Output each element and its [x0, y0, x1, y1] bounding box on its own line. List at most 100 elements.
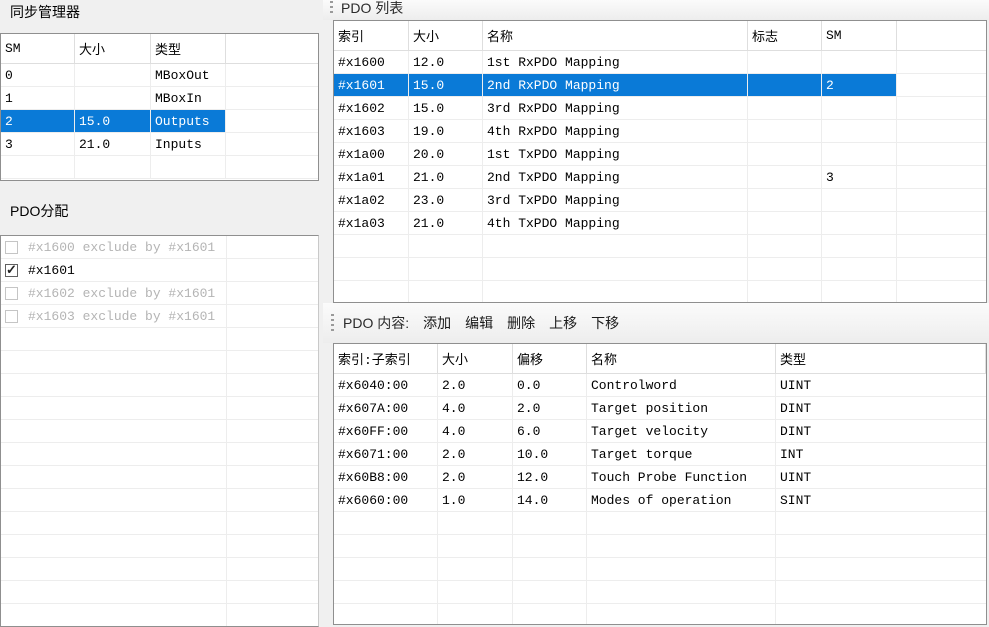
table-cell: [334, 535, 438, 557]
column-header[interactable]: 大小: [409, 21, 483, 50]
list-cell-blank: [227, 328, 318, 350]
pdo-assign-item[interactable]: #x1600 exclude by #x1601: [1, 236, 318, 259]
table-cell: [334, 235, 409, 257]
delete-button[interactable]: 删除: [507, 313, 535, 333]
table-cell: INT: [776, 443, 986, 465]
pdo-assign-item[interactable]: #x1602 exclude by #x1601: [1, 282, 318, 305]
add-button[interactable]: 添加: [423, 313, 451, 333]
table-row[interactable]: #x1a0020.01st TxPDO Mapping: [334, 143, 986, 166]
move-down-button[interactable]: 下移: [591, 313, 619, 333]
list-cell: [1, 397, 227, 419]
table-row[interactable]: 215.0Outputs: [1, 110, 318, 133]
table-cell: [776, 604, 986, 625]
table-row[interactable]: #x160319.04th RxPDO Mapping: [334, 120, 986, 143]
table-cell: [513, 581, 587, 603]
table-cell: Touch Probe Function: [587, 466, 776, 488]
table-cell: Target torque: [587, 443, 776, 465]
table-cell: [776, 512, 986, 534]
pdo-assign-item-label: #x1603 exclude by #x1601: [28, 309, 215, 324]
table-cell: 1st TxPDO Mapping: [483, 143, 748, 165]
table-row[interactable]: #x6071:002.010.0Target torqueINT: [334, 443, 986, 466]
column-header[interactable]: 偏移: [513, 344, 587, 373]
table-row[interactable]: #x160215.03rd RxPDO Mapping: [334, 97, 986, 120]
table-cell-blank: [897, 143, 986, 165]
list-cell: #x1602 exclude by #x1601: [1, 282, 227, 304]
table-cell: [513, 558, 587, 580]
table-cell: #x1a01: [334, 166, 409, 188]
table-cell: 3rd RxPDO Mapping: [483, 97, 748, 119]
table-cell: 1: [1, 87, 75, 109]
table-row[interactable]: #x6040:002.00.0ControlwordUINT: [334, 374, 986, 397]
table-cell: [822, 51, 897, 73]
column-header[interactable]: 大小: [75, 34, 151, 63]
table-cell: SINT: [776, 489, 986, 511]
table-cell: [513, 604, 587, 625]
table-cell: [75, 64, 151, 86]
checkbox-icon: [5, 310, 18, 323]
pdo-list-table: 索引大小名称标志SM#x160012.01st RxPDO Mapping#x1…: [333, 20, 987, 303]
table-cell: 1st RxPDO Mapping: [483, 51, 748, 73]
table-cell: [822, 189, 897, 211]
pdo-assign-item[interactable]: #x1603 exclude by #x1601: [1, 305, 318, 328]
table-cell: [748, 235, 822, 257]
column-header[interactable]: SM: [1, 34, 75, 63]
pdo-content-table: 索引:子索引大小偏移名称类型#x6040:002.00.0Controlword…: [333, 343, 987, 625]
move-up-button[interactable]: 上移: [549, 313, 577, 333]
column-header[interactable]: 名称: [587, 344, 776, 373]
table-row[interactable]: #x6060:001.014.0Modes of operationSINT: [334, 489, 986, 512]
column-header[interactable]: 类型: [776, 344, 986, 373]
table-row[interactable]: #x60B8:002.012.0Touch Probe FunctionUINT: [334, 466, 986, 489]
table-cell: [776, 558, 986, 580]
column-header[interactable]: SM: [822, 21, 897, 50]
table-cell-blank: [897, 189, 986, 211]
column-header[interactable]: 索引: [334, 21, 409, 50]
table-cell: [438, 512, 513, 534]
table-row[interactable]: 321.0Inputs: [1, 133, 318, 156]
table-row[interactable]: #x160012.01st RxPDO Mapping: [334, 51, 986, 74]
pdo-assign-item[interactable]: #x1601: [1, 259, 318, 282]
table-row[interactable]: #x607A:004.02.0Target positionDINT: [334, 397, 986, 420]
list-row-empty: [1, 466, 318, 489]
table-row-empty: [334, 258, 986, 281]
list-cell-blank: [227, 305, 318, 327]
table-cell: Outputs: [151, 110, 226, 132]
table-row[interactable]: #x1a0321.04th TxPDO Mapping: [334, 212, 986, 235]
table-cell: [334, 281, 409, 303]
table-cell: [75, 156, 151, 178]
column-header[interactable]: 名称: [483, 21, 748, 50]
table-cell: 4.0: [438, 397, 513, 419]
list-cell-blank: [227, 259, 318, 281]
checkbox-icon: [5, 287, 18, 300]
table-row[interactable]: #x1a0223.03rd TxPDO Mapping: [334, 189, 986, 212]
list-cell: [1, 374, 227, 396]
table-cell-blank: [226, 156, 318, 178]
table-cell: [587, 512, 776, 534]
table-row[interactable]: #x160115.02nd RxPDO Mapping2: [334, 74, 986, 97]
table-cell: [1, 156, 75, 178]
table-cell-blank: [897, 51, 986, 73]
table-row[interactable]: #x60FF:004.06.0Target velocityDINT: [334, 420, 986, 443]
edit-button[interactable]: 编辑: [465, 313, 493, 333]
list-cell: [1, 328, 227, 350]
table-cell: [409, 258, 483, 280]
list-row-empty: [1, 489, 318, 512]
pdo-assign-item-label: #x1600 exclude by #x1601: [28, 240, 215, 255]
column-header[interactable]: 索引:子索引: [334, 344, 438, 373]
table-cell-blank: [226, 87, 318, 109]
table-row[interactable]: 0MBoxOut: [1, 64, 318, 87]
pdo-list-header-band: [323, 0, 989, 20]
table-row[interactable]: 1MBoxIn: [1, 87, 318, 110]
checkbox-checked-icon[interactable]: [5, 264, 18, 277]
list-cell-blank: [227, 374, 318, 396]
column-header[interactable]: 类型: [151, 34, 226, 63]
table-cell: 21.0: [409, 166, 483, 188]
table-row[interactable]: #x1a0121.02nd TxPDO Mapping3: [334, 166, 986, 189]
column-header[interactable]: 标志: [748, 21, 822, 50]
column-header[interactable]: 大小: [438, 344, 513, 373]
list-cell: #x1603 exclude by #x1601: [1, 305, 227, 327]
list-cell-blank: [227, 466, 318, 488]
table-row-empty: [1, 156, 318, 179]
pdo-list-splitter-grip[interactable]: [330, 1, 333, 14]
table-cell: [438, 581, 513, 603]
list-row-empty: [1, 535, 318, 558]
